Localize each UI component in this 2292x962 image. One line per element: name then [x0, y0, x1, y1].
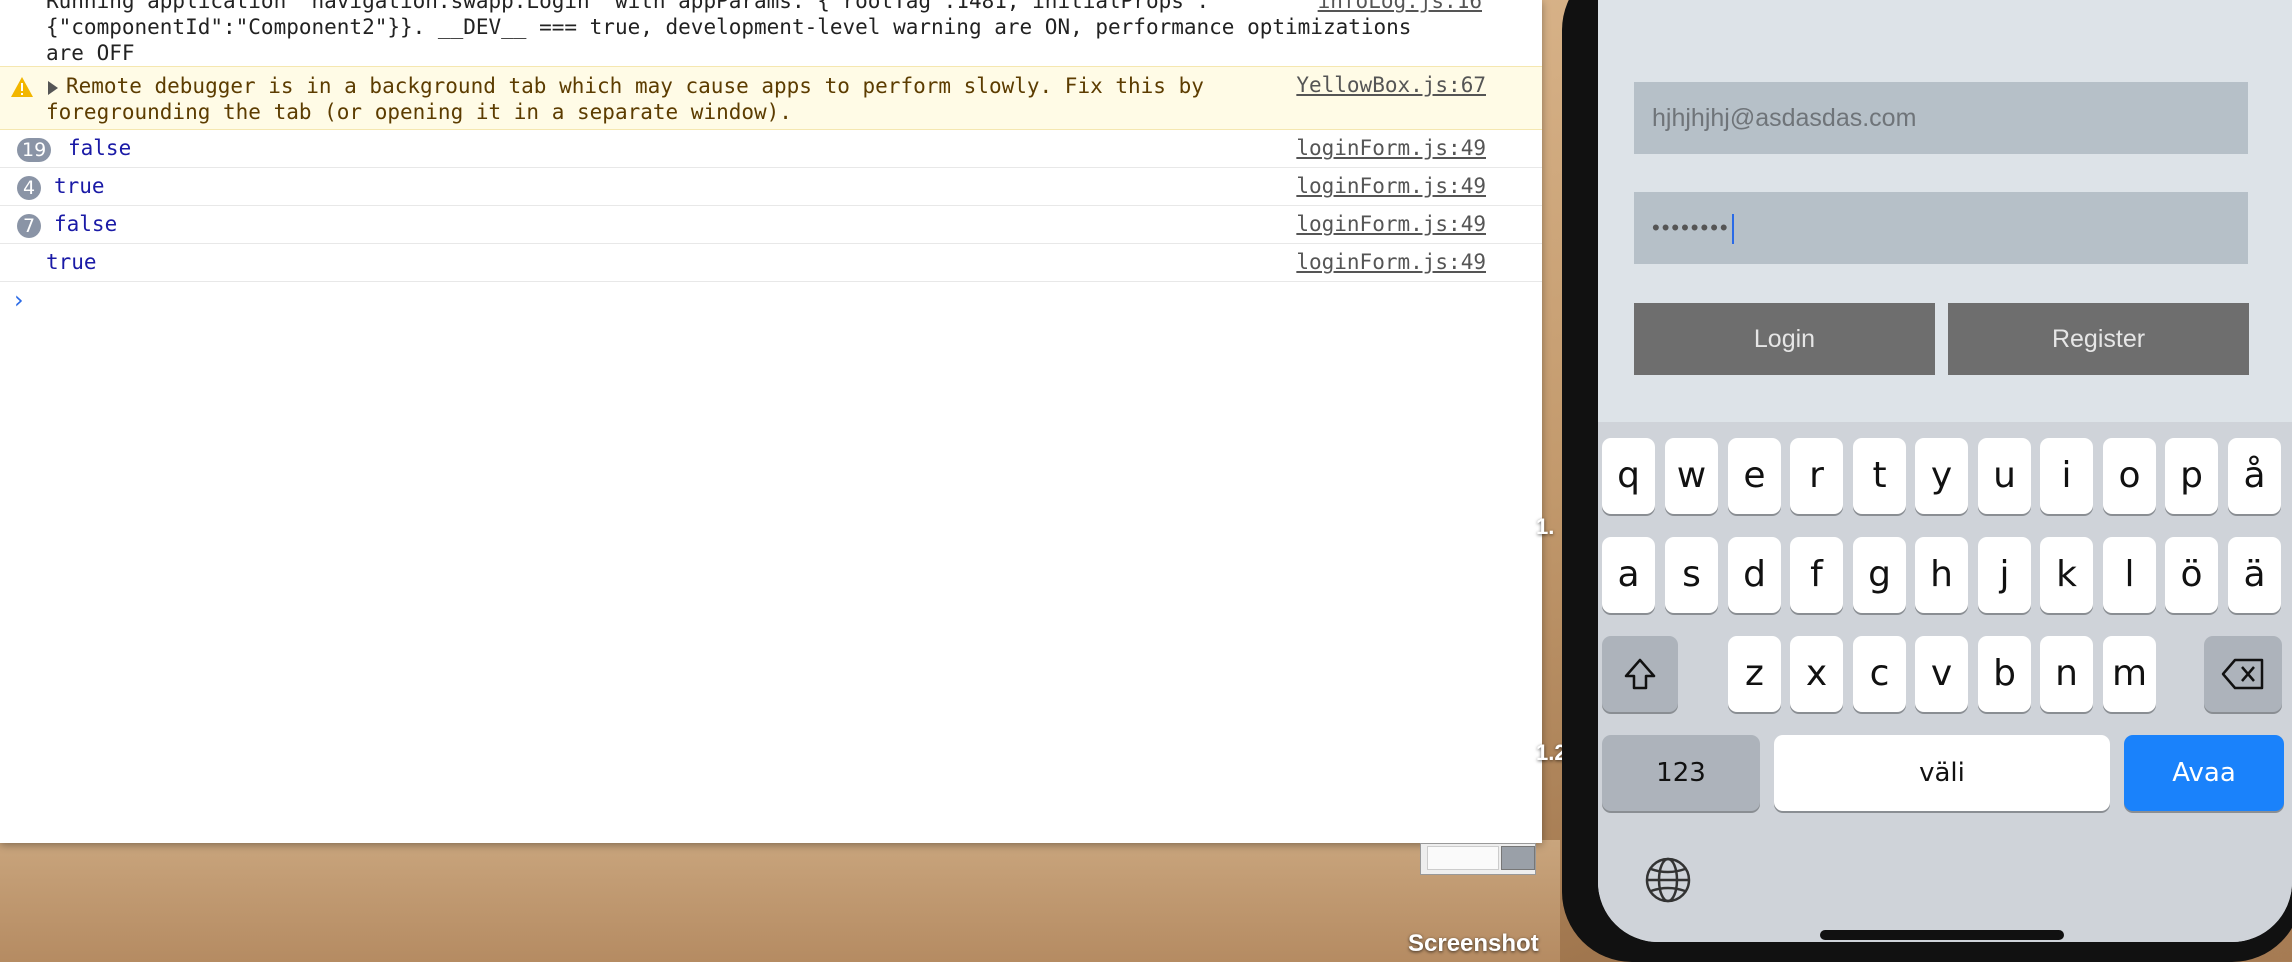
shift-key[interactable] — [1602, 636, 1678, 712]
console-message-line: are OFF — [46, 41, 135, 65]
password-value: •••••••• — [1652, 215, 1730, 240]
key[interactable]: k — [2040, 537, 2093, 613]
key[interactable]: a — [1602, 537, 1655, 613]
key[interactable]: c — [1853, 636, 1906, 712]
key[interactable]: f — [1790, 537, 1843, 613]
key[interactable]: q — [1602, 438, 1655, 514]
key[interactable]: m — [2103, 636, 2156, 712]
console-warning: Remote debugger is in a background tab w… — [0, 66, 1542, 130]
register-button[interactable]: Register — [1948, 303, 2249, 375]
console-log-row: 19 false loginForm.js:49 — [0, 130, 1542, 168]
console-log-row: true loginForm.js:49 — [0, 244, 1542, 282]
key[interactable]: ä — [2228, 537, 2281, 613]
console-message-line: Running application "navigation.swapp.Lo… — [46, 0, 1210, 13]
console-message-line: {"componentId":"Component2"}}. __DEV__ =… — [46, 15, 1412, 39]
password-field[interactable]: •••••••• — [1634, 192, 2248, 264]
console-source-link[interactable]: loginForm.js:49 — [1296, 212, 1486, 236]
console-log-row: 7 false loginForm.js:49 — [0, 206, 1542, 244]
shift-icon — [1624, 658, 1656, 690]
log-value: false — [54, 212, 118, 236]
console-log-row: 4 true loginForm.js:49 — [0, 168, 1542, 206]
login-button[interactable]: Login — [1634, 303, 1935, 375]
key[interactable]: w — [1665, 438, 1718, 514]
key[interactable]: b — [1978, 636, 2031, 712]
repeat-count-badge: 7 — [17, 214, 41, 238]
log-value: false — [68, 136, 132, 160]
repeat-count-badge: 19 — [17, 138, 52, 162]
desktop-file-label[interactable]: Screenshot — [1408, 930, 1539, 958]
key[interactable]: g — [1853, 537, 1906, 613]
console-source-link[interactable]: YellowBox.js:67 — [1296, 73, 1486, 97]
key[interactable]: e — [1728, 438, 1781, 514]
key[interactable]: o — [2103, 438, 2156, 514]
desktop-file-label: 1. — [1536, 514, 1555, 539]
onscreen-keyboard: q w e r t y u i o p å a s d f g h j k l … — [1598, 422, 2292, 942]
warning-text: Remote debugger is in a background tab w… — [46, 74, 1204, 124]
thumbnail-pane — [1501, 846, 1535, 870]
key[interactable]: d — [1728, 537, 1781, 613]
email-value: hjhjhjhj@asdasdas.com — [1652, 104, 1917, 132]
key[interactable]: t — [1853, 438, 1906, 514]
console-message-info: Running application "navigation.swapp.Lo… — [46, 0, 1482, 66]
console-source-link[interactable]: loginForm.js:49 — [1296, 250, 1486, 274]
console-prompt[interactable]: › — [14, 286, 24, 314]
globe-icon[interactable] — [1644, 856, 1692, 904]
key[interactable]: j — [1978, 537, 2031, 613]
return-key[interactable]: Avaa — [2124, 735, 2284, 811]
key[interactable]: p — [2165, 438, 2218, 514]
log-value: true — [46, 250, 97, 274]
key[interactable]: ö — [2165, 537, 2218, 613]
key[interactable]: l — [2103, 537, 2156, 613]
log-value: true — [54, 174, 105, 198]
key[interactable]: n — [2040, 636, 2093, 712]
delete-icon — [2221, 658, 2264, 690]
key[interactable]: r — [1790, 438, 1843, 514]
desktop-dune-bottom — [0, 840, 1560, 962]
space-key[interactable]: väli — [1774, 735, 2110, 811]
home-indicator[interactable] — [1820, 930, 2064, 940]
key[interactable]: x — [1790, 636, 1843, 712]
warning-icon — [11, 77, 33, 97]
window-thumbnail[interactable] — [1420, 843, 1536, 875]
numbers-key[interactable]: 123 — [1602, 735, 1760, 811]
key[interactable]: y — [1915, 438, 1968, 514]
key[interactable]: s — [1665, 537, 1718, 613]
delete-key[interactable] — [2204, 636, 2282, 712]
key[interactable]: h — [1915, 537, 1968, 613]
console-source-link[interactable]: infoLog.js:16 — [1318, 0, 1482, 14]
thumbnail-pane — [1427, 846, 1499, 870]
key[interactable]: u — [1978, 438, 2031, 514]
console-source-link[interactable]: loginForm.js:49 — [1296, 174, 1486, 198]
phone-screen: hjhjhjhj@asdasdas.com •••••••• Login Reg… — [1598, 0, 2292, 942]
key[interactable]: z — [1728, 636, 1781, 712]
text-caret — [1731, 214, 1734, 245]
key[interactable]: å — [2228, 438, 2281, 514]
devtools-console: Running application "navigation.swapp.Lo… — [0, 0, 1542, 843]
email-field[interactable]: hjhjhjhj@asdasdas.com — [1634, 82, 2248, 154]
repeat-count-badge: 4 — [17, 176, 41, 200]
console-source-link[interactable]: loginForm.js:49 — [1296, 136, 1486, 160]
key[interactable]: i — [2040, 438, 2093, 514]
key[interactable]: v — [1915, 636, 1968, 712]
